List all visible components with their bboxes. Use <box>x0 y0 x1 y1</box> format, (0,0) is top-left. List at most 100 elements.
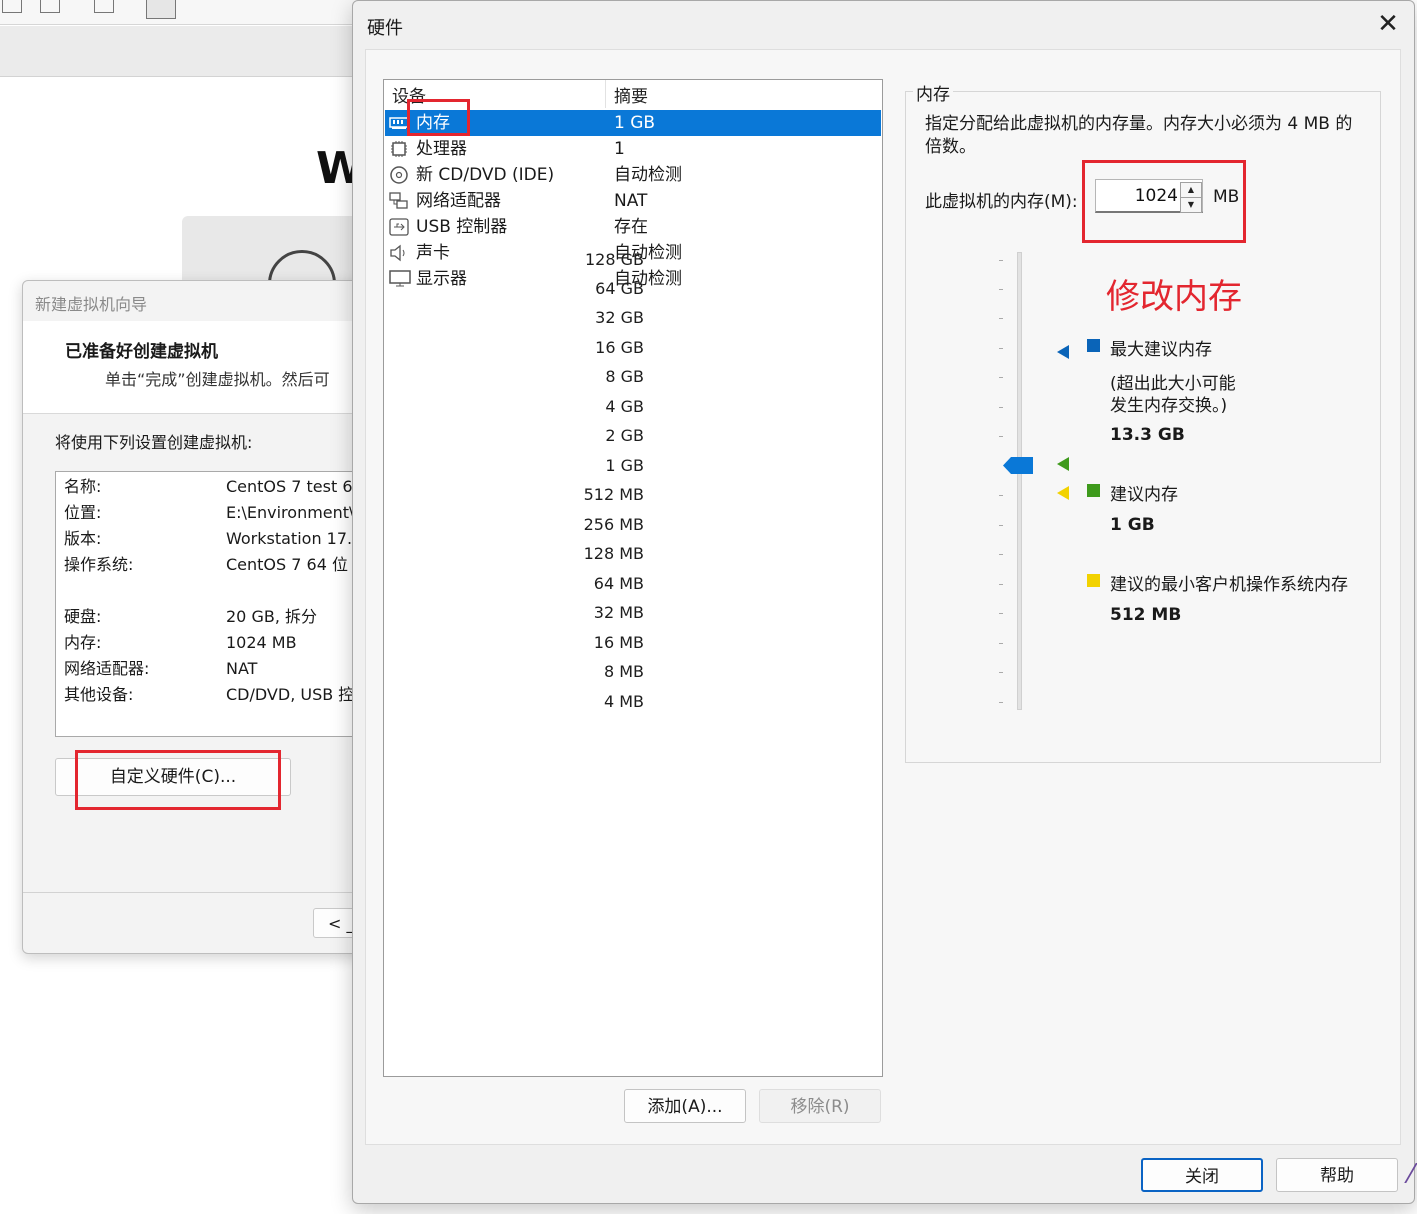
scale-label: 1 GB <box>605 456 644 475</box>
close-button[interactable]: 关闭 <box>1141 1158 1263 1192</box>
scale-tick <box>999 377 1003 378</box>
scale-label: 16 GB <box>595 338 644 357</box>
scale-label: 64 GB <box>595 279 644 298</box>
wizard-footer-divider <box>23 892 383 893</box>
scale-label: 128 GB <box>585 250 644 269</box>
scale-tick <box>999 584 1003 585</box>
scale-label: 16 MB <box>593 633 644 652</box>
wizard-heading: 已准备好创建虚拟机 <box>65 342 218 362</box>
memory-input[interactable] <box>1098 182 1180 210</box>
new-vm-wizard-dialog: 新建虚拟机向导 已准备好创建虚拟机 单击“完成”创建虚拟机。然后可 将使用下列设… <box>22 280 384 954</box>
help-button[interactable]: 帮助 <box>1276 1158 1398 1192</box>
device-row-usb[interactable]: USB 控制器 存在 <box>385 214 881 240</box>
column-header-device[interactable]: 设备 <box>392 82 426 107</box>
recommended-memory-label: 建议内存 <box>1110 485 1178 505</box>
device-summary: 存在 <box>614 217 648 237</box>
scale-tick <box>999 554 1003 555</box>
device-summary: 自动检测 <box>614 165 682 185</box>
memory-group-title: 内存 <box>913 80 953 105</box>
device-summary: 1 GB <box>614 113 656 133</box>
memory-unit: MB <box>1213 187 1240 207</box>
scale-tick <box>999 260 1003 261</box>
memory-icon <box>389 117 409 129</box>
column-divider[interactable] <box>605 80 606 108</box>
max-memory-label: 最大建议内存 <box>1110 340 1212 360</box>
device-name: 网络适配器 <box>416 191 501 211</box>
scale-tick <box>999 348 1003 349</box>
wizard-title: 新建虚拟机向导 <box>35 295 148 314</box>
network-icon <box>389 192 408 209</box>
spin-up-icon[interactable]: ▲ <box>1180 182 1202 198</box>
usb-icon <box>389 218 409 236</box>
device-summary: 1 <box>614 139 625 159</box>
main-window-tab-strip <box>0 26 360 77</box>
scale-tick <box>999 495 1003 496</box>
scale-tick <box>999 525 1003 526</box>
min-memory-marker <box>1057 486 1069 500</box>
memory-slider-track[interactable] <box>1017 252 1022 710</box>
settings-summary-box: 名称: CentOS 7 test 6 位置: E:\Environment\ 版本… <box>55 471 383 737</box>
toolbar-icon[interactable] <box>94 0 114 13</box>
recommended-memory-value: 1 GB <box>1110 515 1155 535</box>
device-row-processor[interactable]: 处理器 1 <box>385 136 881 162</box>
recommended-memory-swatch <box>1087 484 1100 497</box>
close-icon[interactable]: ✕ <box>1375 9 1401 39</box>
max-memory-note: 发生内存交换。) <box>1110 396 1228 416</box>
device-row-cd-dvd[interactable]: 新 CD/DVD (IDE) 自动检测 <box>385 162 881 188</box>
scale-label: 4 GB <box>605 397 644 416</box>
cd-icon <box>390 166 408 184</box>
min-memory-swatch <box>1087 574 1100 587</box>
device-name: USB 控制器 <box>416 217 508 237</box>
column-header-summary[interactable]: 摘要 <box>614 82 648 107</box>
scale-label: 512 MB <box>583 485 644 504</box>
toolbar-icon[interactable] <box>40 0 60 13</box>
wizard-subheading: 单击“完成”创建虚拟机。然后可 <box>105 370 330 389</box>
scale-label: 128 MB <box>583 544 644 563</box>
cpu-icon <box>391 141 407 157</box>
spin-down-icon[interactable]: ▼ <box>1180 197 1202 213</box>
recommended-memory-marker <box>1057 457 1069 471</box>
memory-field-label: 此虚拟机的内存(M): <box>925 192 1078 212</box>
hardware-dialog: 硬件 ✕ 设备 摘要 内存 1 GB 处理器 1 新 CD/DVD (IDE) … <box>352 0 1415 1204</box>
toolbar-icon[interactable] <box>146 0 176 19</box>
scale-tick <box>999 643 1003 644</box>
monitor-icon <box>389 270 411 287</box>
scale-label: 8 MB <box>603 662 644 681</box>
device-name: 声卡 <box>416 243 450 263</box>
memory-slider-thumb[interactable] <box>1003 457 1033 474</box>
scale-label: 64 MB <box>593 574 644 593</box>
scale-tick <box>999 613 1003 614</box>
speaker-icon <box>390 244 405 262</box>
customize-hardware-button[interactable]: 自定义硬件(C)... <box>55 758 291 796</box>
toolbar-icon[interactable] <box>2 0 22 13</box>
scale-tick <box>999 407 1003 408</box>
scale-label: 256 MB <box>583 515 644 534</box>
device-row-network[interactable]: 网络适配器 NAT <box>385 188 881 214</box>
max-memory-swatch <box>1087 339 1100 352</box>
scale-label: 32 GB <box>595 308 644 327</box>
scale-tick <box>999 318 1003 319</box>
scale-label: 2 GB <box>605 426 644 445</box>
modify-memory-annotation: 修改内存 <box>1106 277 1242 317</box>
memory-description: 指定分配给此虚拟机的内存量。内存大小必须为 4 MB 的倍数。 <box>925 114 1353 157</box>
memory-spinbox[interactable]: ▲ ▼ <box>1095 179 1203 213</box>
scale-tick <box>999 672 1003 673</box>
device-name: 处理器 <box>416 139 467 159</box>
main-window-toolbar <box>0 0 360 25</box>
device-name: 新 CD/DVD (IDE) <box>416 165 555 185</box>
device-name: 内存 <box>416 113 450 133</box>
max-memory-marker <box>1057 345 1069 359</box>
scale-tick <box>999 436 1003 437</box>
device-row-memory[interactable]: 内存 1 GB <box>385 110 881 136</box>
device-summary: NAT <box>614 191 648 211</box>
scale-tick <box>999 289 1003 290</box>
scale-label: 32 MB <box>593 603 644 622</box>
scale-label: 4 MB <box>603 692 644 711</box>
device-name: 显示器 <box>416 269 467 289</box>
max-memory-value: 13.3 GB <box>1110 425 1185 445</box>
hardware-dialog-title: 硬件 <box>367 18 403 39</box>
scale-tick <box>999 702 1003 703</box>
add-device-button[interactable]: 添加(A)... <box>624 1089 746 1123</box>
min-memory-label: 建议的最小客户机操作系统内存 <box>1110 575 1348 595</box>
remove-device-button[interactable]: 移除(R) <box>759 1089 881 1123</box>
